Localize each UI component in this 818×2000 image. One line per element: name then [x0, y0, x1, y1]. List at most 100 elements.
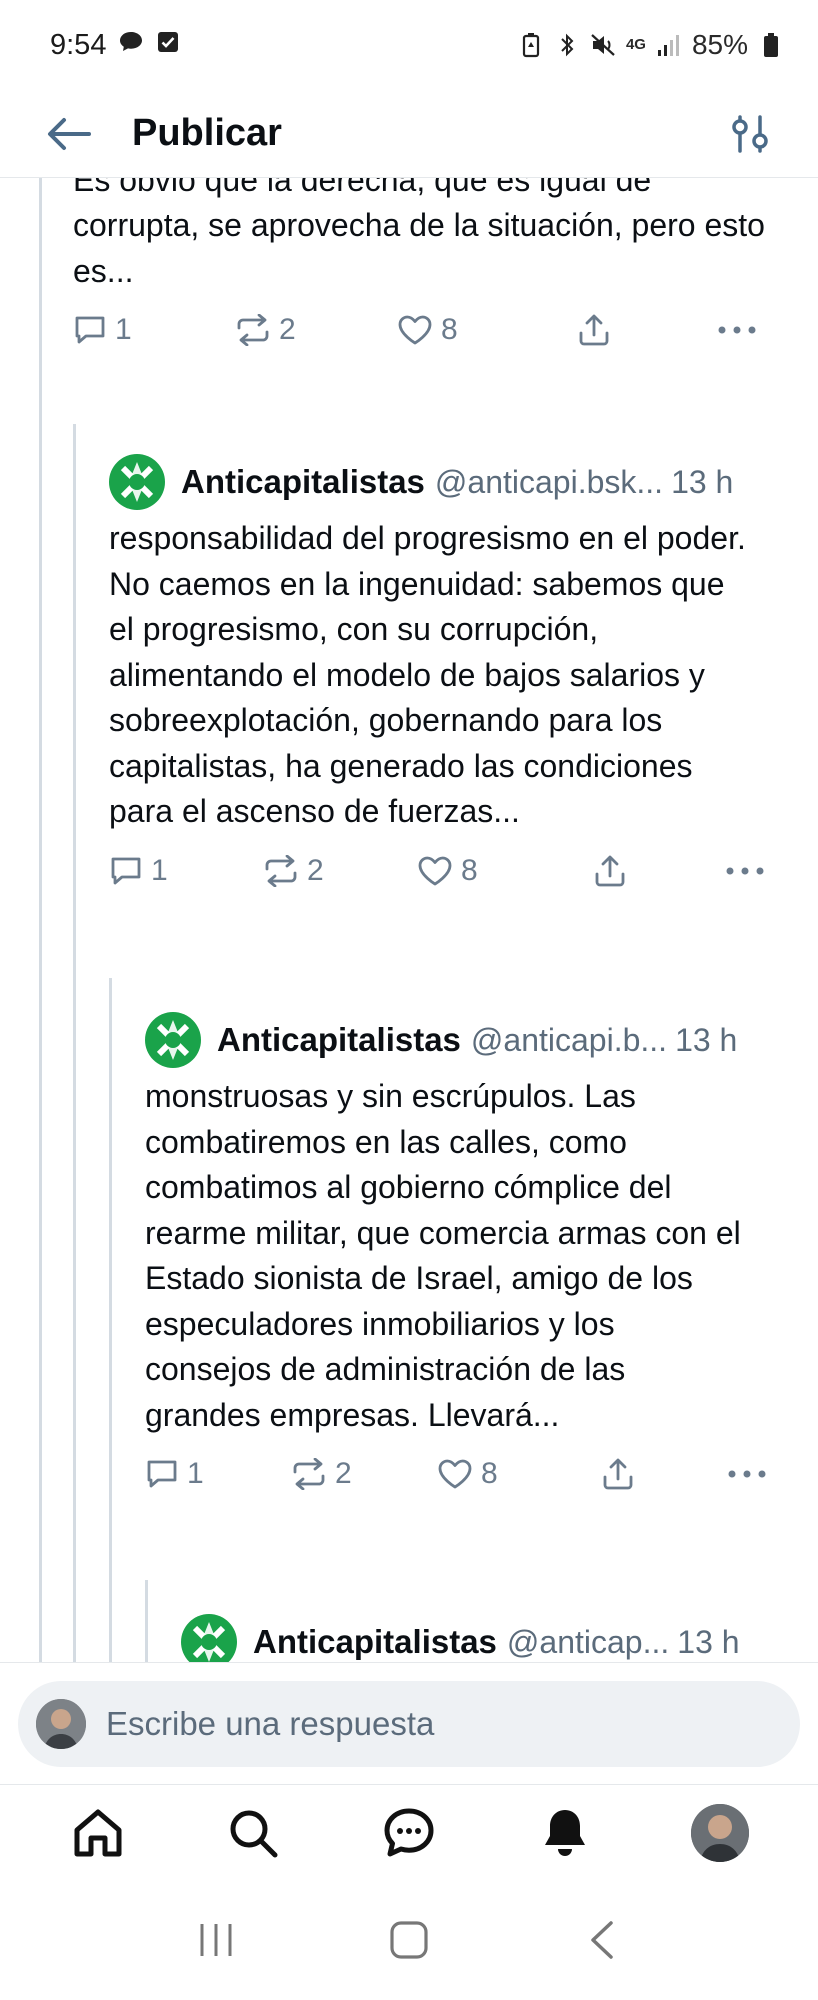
more-button[interactable] — [727, 1469, 767, 1479]
heart-icon — [398, 315, 432, 345]
author-name[interactable]: Anticapitalistas — [253, 1623, 497, 1661]
repost-button[interactable]: 2 — [291, 1457, 437, 1491]
author-handle[interactable]: @anticapi.bsk... — [435, 464, 663, 501]
post-header: Anticapitalistas @anticapi.b... 13 h — [145, 1012, 790, 1068]
reply-count: 1 — [151, 853, 168, 887]
recents-icon — [200, 1924, 232, 1956]
post-time: 13 h — [677, 1623, 740, 1660]
post[interactable]: Anticapitalistas @anticap... 13 h — [181, 1614, 791, 1662]
post-header: Anticapitalistas @anticapi.bsk... 13 h — [109, 454, 789, 510]
avatar — [691, 1803, 750, 1862]
more-button[interactable] — [717, 325, 757, 335]
author-name[interactable]: Anticapitalistas — [217, 1021, 461, 1059]
nav-profile[interactable] — [675, 1788, 765, 1878]
post-text: la putrefacción es real y está siempre p… — [73, 178, 765, 289]
heart-icon — [418, 856, 452, 885]
author-handle[interactable]: @anticap... — [507, 1624, 669, 1661]
battery-icon — [758, 32, 784, 58]
share-icon — [603, 1458, 633, 1490]
like-button[interactable]: 8 — [437, 1457, 601, 1491]
repost-button[interactable]: 2 — [235, 313, 397, 347]
post-header: Anticapitalistas @anticap... 13 h — [181, 1614, 791, 1662]
battery-percent: 85% — [691, 29, 748, 60]
arrow-left-icon — [48, 117, 91, 150]
post-text: monstruosas y sin escrúpulos. Las combat… — [145, 1078, 741, 1433]
like-count: 8 — [461, 853, 478, 887]
reply-button[interactable]: 1 — [109, 854, 263, 888]
nav-notifications[interactable] — [520, 1788, 610, 1878]
mute-icon — [590, 32, 616, 58]
more-icon — [728, 1470, 766, 1478]
app-header: Publicar — [0, 90, 818, 178]
post[interactable]: la putrefacción es real y está siempre p… — [73, 178, 773, 360]
reply-placeholder: Escribe una respuesta — [106, 1705, 435, 1742]
post-actions: 1 2 8 — [145, 1444, 790, 1504]
reply-button[interactable]: 1 — [145, 1457, 291, 1491]
reply-button[interactable]: 1 — [73, 313, 235, 347]
status-left: 9:54 — [50, 29, 180, 62]
nav-home[interactable] — [53, 1788, 143, 1878]
bluetooth-icon — [554, 32, 580, 58]
status-right: 4G 85% — [518, 29, 784, 61]
reply-count: 1 — [187, 1457, 204, 1490]
post-actions: 1 2 8 — [73, 300, 773, 360]
anticapitalistas-logo-icon[interactable] — [181, 1614, 237, 1662]
author-name[interactable]: Anticapitalistas — [181, 463, 425, 501]
share-button[interactable] — [577, 313, 717, 347]
repost-icon — [293, 1458, 325, 1490]
recents-button[interactable] — [176, 1900, 256, 1980]
back-system-button[interactable] — [562, 1900, 642, 1980]
repost-icon — [237, 314, 269, 346]
repost-icon — [265, 854, 297, 887]
thread-line — [39, 178, 42, 1662]
message-notification-icon — [118, 29, 144, 62]
back-button[interactable] — [24, 90, 114, 178]
status-bar: 9:54 4G 85% — [0, 0, 818, 90]
thread-line — [109, 978, 112, 1662]
nav-search[interactable] — [208, 1788, 298, 1878]
share-button[interactable] — [601, 1457, 727, 1491]
post[interactable]: Anticapitalistas @anticapi.bsk... 13 h r… — [109, 454, 789, 901]
like-button[interactable]: 8 — [397, 313, 577, 347]
network-type: 4G — [625, 36, 646, 53]
more-icon — [726, 867, 764, 874]
reply-composer: Escribe una respuesta — [0, 1662, 818, 1784]
post-actions: 1 2 8 — [109, 841, 789, 901]
like-button[interactable]: 8 — [417, 854, 593, 888]
repost-count: 2 — [335, 1457, 352, 1490]
thread-line — [145, 1580, 148, 1662]
share-button[interactable] — [593, 854, 725, 888]
chat-icon — [384, 1808, 434, 1856]
bell-icon — [544, 1809, 585, 1856]
nav-chat[interactable] — [364, 1788, 454, 1878]
post-text: responsabilidad del progresismo en el po… — [109, 520, 746, 829]
more-icon — [718, 326, 756, 334]
repost-count: 2 — [307, 853, 324, 887]
status-time: 9:54 — [50, 28, 107, 61]
repost-button[interactable]: 2 — [263, 854, 417, 888]
like-count: 8 — [441, 313, 458, 346]
like-count: 8 — [481, 1457, 498, 1490]
system-nav — [0, 1880, 818, 2000]
thread-line — [73, 424, 76, 1662]
share-icon — [595, 855, 625, 886]
speech-bubble-icon — [75, 316, 105, 344]
bottom-nav — [0, 1784, 818, 1880]
reply-count: 1 — [115, 313, 132, 346]
home-icon — [74, 1809, 122, 1856]
anticapitalistas-logo-icon[interactable] — [145, 1012, 201, 1068]
signal-icon — [656, 32, 682, 58]
thread-feed[interactable]: la putrefacción es real y está siempre p… — [0, 178, 818, 1662]
chevron-left-icon — [590, 1921, 613, 1959]
reply-input[interactable]: Escribe una respuesta — [18, 1681, 800, 1767]
author-handle[interactable]: @anticapi.b... — [471, 1022, 667, 1059]
page-title: Publicar — [132, 112, 282, 154]
thread-settings-button[interactable] — [710, 94, 790, 174]
more-button[interactable] — [725, 866, 765, 876]
home-system-button[interactable] — [369, 1900, 449, 1980]
heart-icon — [438, 1459, 472, 1489]
repost-count: 2 — [279, 313, 296, 346]
battery-saver-icon — [518, 32, 544, 58]
post[interactable]: Anticapitalistas @anticapi.b... 13 h mon… — [145, 1012, 790, 1504]
anticapitalistas-logo-icon[interactable] — [109, 454, 165, 510]
